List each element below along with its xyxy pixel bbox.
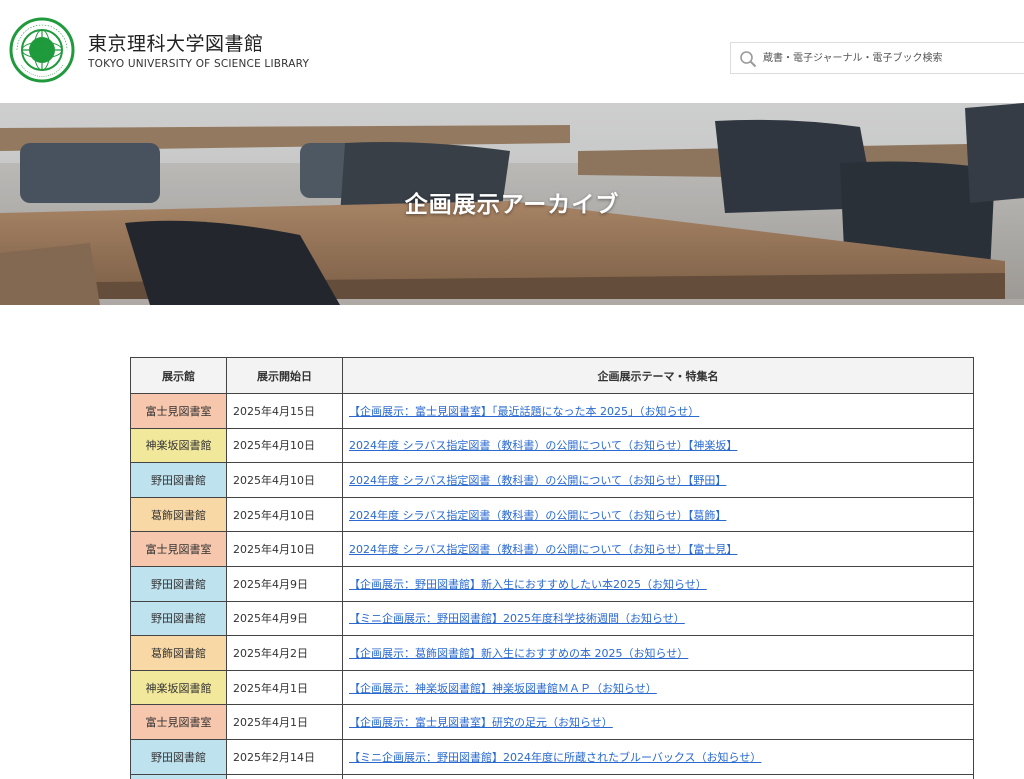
table-row: 葛飾図書館 2025年4月10日 2024年度 シラバス指定図書（教科書）の公開につ… — [130, 496, 974, 533]
hero-banner: 企画展示アーカイブ — [0, 103, 1024, 305]
exhibit-link[interactable]: 【企画展示：野田図書館】新入生におすすめしたい本2025（お知らせ） — [349, 578, 707, 591]
search-input[interactable] — [763, 43, 1023, 73]
exhibit-link[interactable]: 2024年度 シラバス指定図書（教科書）の公開について（お知らせ）【葛飾】 — [349, 509, 726, 522]
library-cell: 神楽坂図書館 — [130, 427, 227, 464]
theme-cell: 2024年度 シラバス指定図書（教科書）の公開について（お知らせ）【葛飾】 — [342, 496, 974, 533]
start-date-cell: 2025年4月10日 — [226, 427, 343, 464]
table-body: 富士見図書室 2025年4月15日 【企画展示：富士見図書室】「最近話題になった本 … — [130, 393, 974, 779]
exhibit-link[interactable]: 【企画展示：葛飾図書館】新入生におすすめの本 2025（お知らせ） — [349, 647, 688, 660]
theme-cell: 【ミニ企画展示：野田図書館】2025年度科学技術週間（お知らせ） — [342, 600, 974, 637]
search-icon[interactable] — [739, 50, 757, 68]
site-header: 東京理科大学図書館 TOKYO UNIVERSITY OF SCIENCE LI… — [0, 0, 1024, 103]
theme-cell: 2024年度 シラバス指定図書（教科書）の公開について（お知らせ）【野田】 — [342, 462, 974, 498]
column-header-theme: 企画展示テーマ・特集名 — [342, 357, 974, 394]
theme-cell: 【企画展示：神楽坂図書館】神楽坂図書館ＭＡＰ（お知らせ） — [342, 669, 974, 706]
theme-cell: 【ミニ企画展示：野田図書館】2024年度に所蔵されたブルーバックス（お知らせ） — [342, 738, 974, 775]
search-box[interactable] — [730, 42, 1024, 74]
start-date-cell: 2025年4月2日 — [226, 635, 343, 671]
theme-cell: 2024年度 シラバス指定図書（教科書）の公開について（お知らせ）【富士見】 — [342, 531, 974, 567]
table-header-row: 展示館 展示開始日 企画展示テーマ・特集名 — [130, 357, 974, 394]
library-cell: 富士見図書室 — [130, 531, 227, 567]
library-cell: 葛飾図書館 — [130, 635, 227, 671]
library-cell: 富士見図書室 — [130, 704, 227, 740]
theme-cell: 【企画展示：富士見図書室】研究の足元（お知らせ） — [342, 704, 974, 740]
table-row: 野田図書館 2025年4月9日 【ミニ企画展示：野田図書館】2025年度科学技術週間… — [130, 600, 974, 637]
start-date-cell — [226, 773, 343, 779]
exhibit-link[interactable]: 【企画展示：富士見図書室】研究の足元（お知らせ） — [349, 716, 613, 729]
table-row: 神楽坂図書館 2025年4月1日 【企画展示：神楽坂図書館】神楽坂図書館ＭＡＰ（お知… — [130, 669, 974, 706]
start-date-cell: 2025年4月10日 — [226, 462, 343, 498]
page-title: 企画展示アーカイブ — [404, 192, 620, 218]
library-cell: 富士見図書室 — [130, 393, 227, 429]
exhibit-link[interactable]: 【ミニ企画展示：野田図書館】2025年度科学技術週間（お知らせ） — [349, 612, 685, 625]
exhibit-link[interactable]: 2024年度 シラバス指定図書（教科書）の公開について（お知らせ）【富士見】 — [349, 543, 737, 556]
exhibit-link[interactable]: 【企画展示：神楽坂図書館】神楽坂図書館ＭＡＰ（お知らせ） — [349, 682, 657, 695]
column-header-library: 展示館 — [130, 357, 227, 394]
start-date-cell: 2025年4月15日 — [226, 393, 343, 429]
start-date-cell: 2025年4月1日 — [226, 704, 343, 740]
start-date-cell: 2025年4月1日 — [226, 669, 343, 706]
library-cell — [130, 773, 227, 779]
brand-block[interactable]: 東京理科大学図書館 TOKYO UNIVERSITY OF SCIENCE LI… — [88, 33, 309, 70]
table-row: 葛飾図書館 2025年4月2日 【企画展示：葛飾図書館】新入生におすすめの本 202… — [130, 635, 974, 671]
start-date-cell: 2025年4月10日 — [226, 496, 343, 533]
university-logo-icon[interactable] — [9, 17, 75, 83]
library-cell: 野田図書館 — [130, 738, 227, 775]
library-name-jp: 東京理科大学図書館 — [88, 33, 264, 55]
library-cell: 葛飾図書館 — [130, 496, 227, 533]
exhibit-link[interactable]: 【企画展示：富士見図書室】「最近話題になった本 2025」（お知らせ） — [349, 405, 699, 418]
start-date-cell: 2025年4月9日 — [226, 565, 343, 602]
theme-cell: 【企画展示：野田図書館】新入生におすすめしたい本2025（お知らせ） — [342, 565, 974, 602]
start-date-cell: 2025年4月9日 — [226, 600, 343, 637]
column-header-start-date: 展示開始日 — [226, 357, 343, 394]
library-cell: 野田図書館 — [130, 462, 227, 498]
start-date-cell: 2025年2月14日 — [226, 738, 343, 775]
table-row: 富士見図書室 2025年4月15日 【企画展示：富士見図書室】「最近話題になった本 … — [130, 393, 974, 429]
library-cell: 野田図書館 — [130, 565, 227, 602]
table-row: 野田図書館 2025年4月10日 2024年度 シラバス指定図書（教科書）の公開につ… — [130, 462, 974, 498]
start-date-cell: 2025年4月10日 — [226, 531, 343, 567]
table-row: 野田図書館 2025年4月9日 【企画展示：野田図書館】新入生におすすめしたい本20… — [130, 565, 974, 602]
library-name-en: TOKYO UNIVERSITY OF SCIENCE LIBRARY — [88, 58, 310, 70]
library-cell: 野田図書館 — [130, 600, 227, 637]
theme-cell — [342, 773, 974, 779]
library-cell: 神楽坂図書館 — [130, 669, 227, 706]
table-row: 野田図書館 2025年2月14日 【ミニ企画展示：野田図書館】2024年度に所蔵され… — [130, 738, 974, 775]
table-row: 富士見図書室 2025年4月10日 2024年度 シラバス指定図書（教科書）の公開に… — [130, 531, 974, 567]
exhibit-link[interactable]: 2024年度 シラバス指定図書（教科書）の公開について（お知らせ）【神楽坂】 — [349, 439, 737, 452]
table-row — [130, 773, 974, 779]
theme-cell: 【企画展示：葛飾図書館】新入生におすすめの本 2025（お知らせ） — [342, 635, 974, 671]
theme-cell: 2024年度 シラバス指定図書（教科書）の公開について（お知らせ）【神楽坂】 — [342, 427, 974, 464]
theme-cell: 【企画展示：富士見図書室】「最近話題になった本 2025」（お知らせ） — [342, 393, 974, 429]
table-row: 富士見図書室 2025年4月1日 【企画展示：富士見図書室】研究の足元（お知らせ） — [130, 704, 974, 740]
exhibit-archive-table: 展示館 展示開始日 企画展示テーマ・特集名 富士見図書室 2025年4月15日 【企… — [130, 357, 974, 779]
exhibit-link[interactable]: 2024年度 シラバス指定図書（教科書）の公開について（お知らせ）【野田】 — [349, 474, 726, 487]
exhibit-link[interactable]: 【ミニ企画展示：野田図書館】2024年度に所蔵されたブルーバックス（お知らせ） — [349, 751, 761, 764]
table-row: 神楽坂図書館 2025年4月10日 2024年度 シラバス指定図書（教科書）の公開に… — [130, 427, 974, 464]
